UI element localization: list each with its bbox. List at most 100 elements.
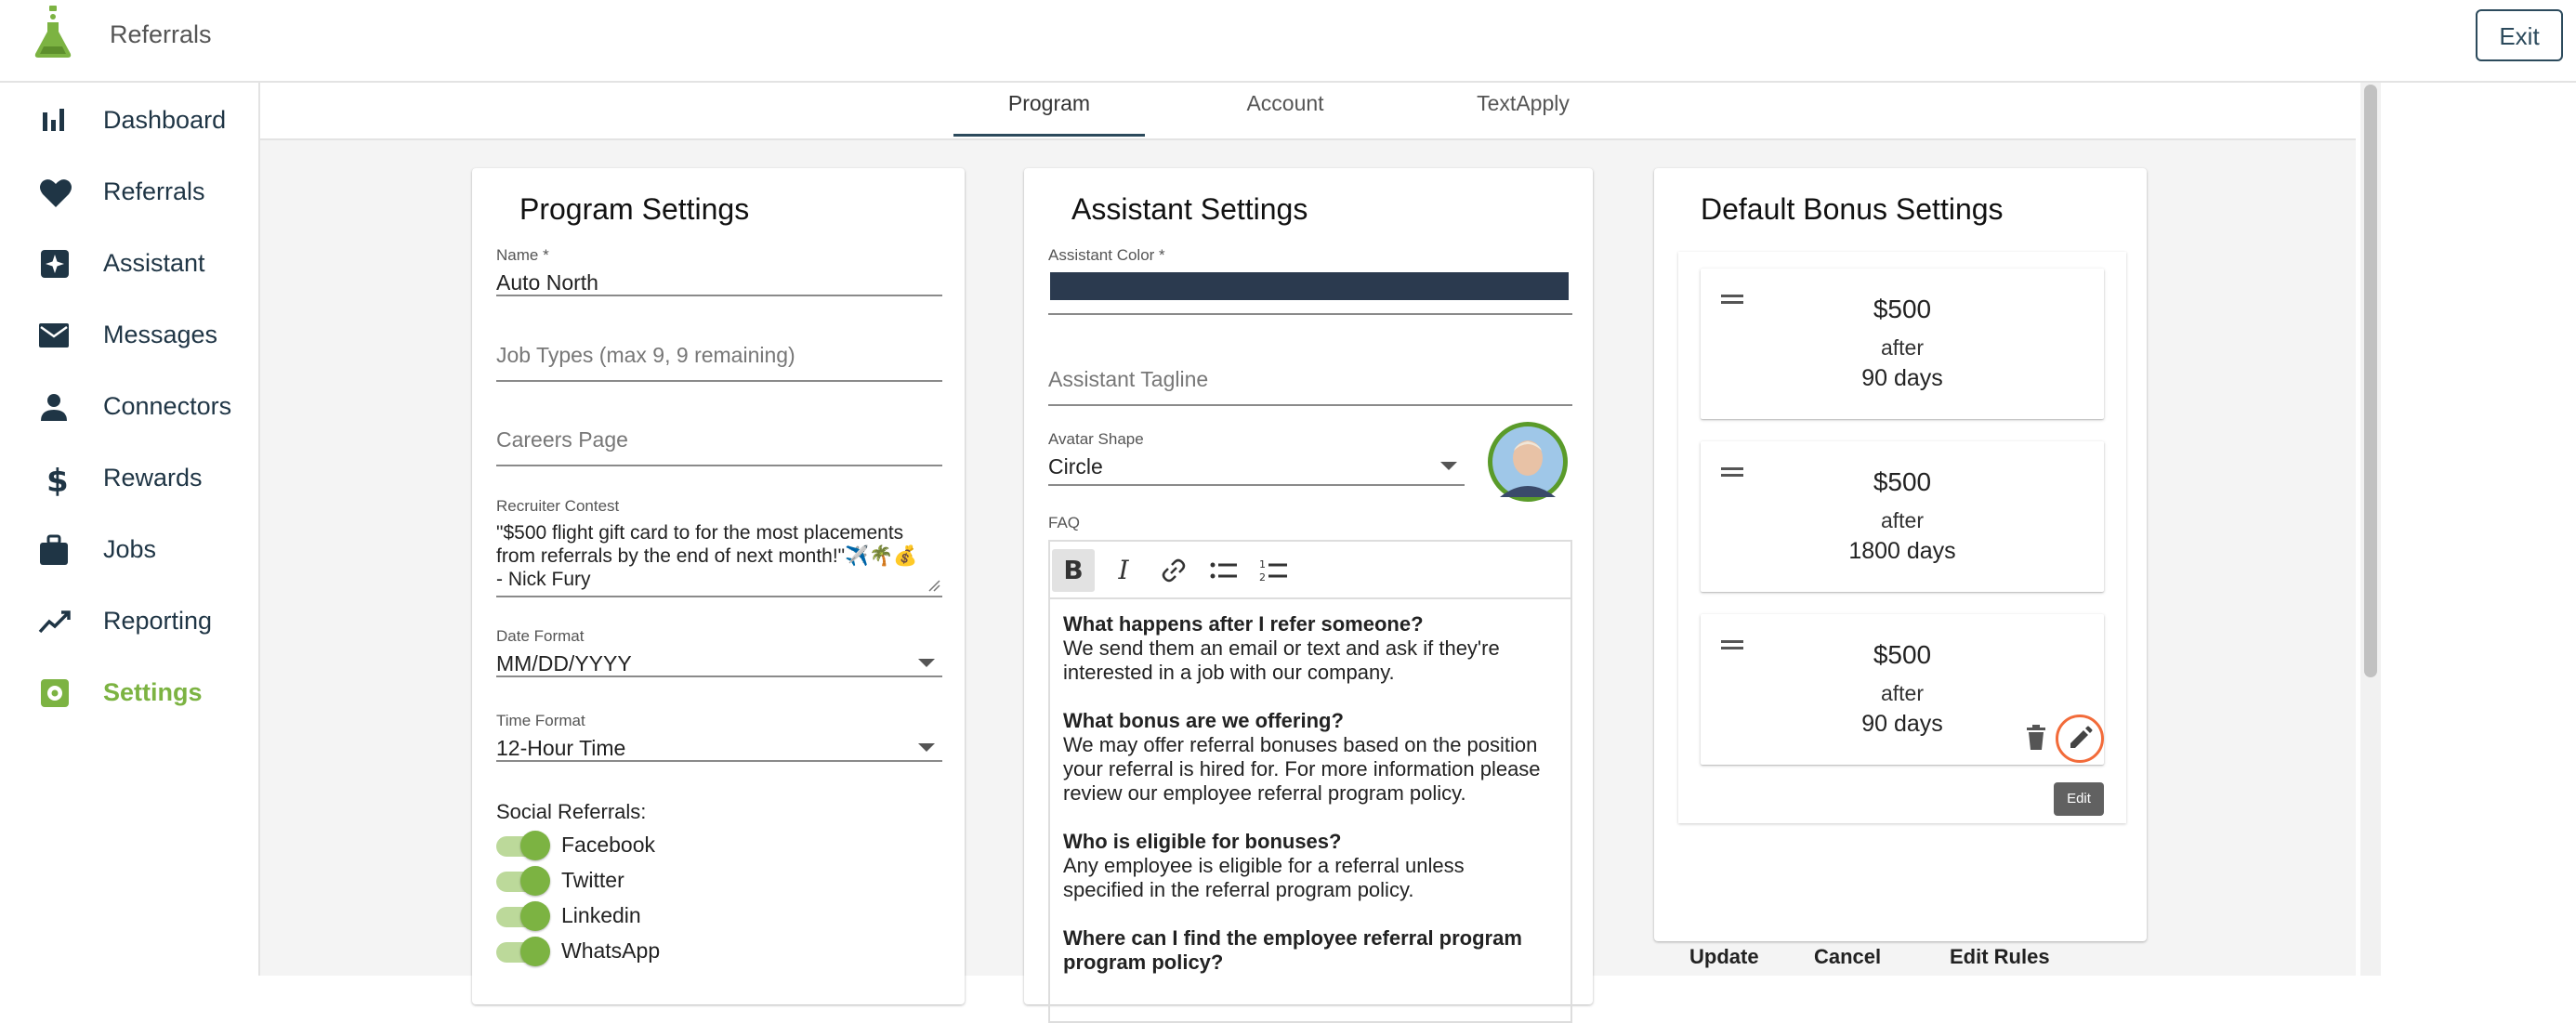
job-types-field[interactable]: Job Types (max 9, 9 remaining) bbox=[496, 343, 942, 382]
faq-editor[interactable]: B I 1 2 What happens after I refer someo… bbox=[1048, 540, 1572, 1023]
tab-textapply[interactable]: TextApply bbox=[1427, 83, 1619, 137]
sidebar-item-label: Referrals bbox=[103, 177, 205, 205]
sidebar: Dashboard Referrals Assistant Messages C… bbox=[0, 83, 260, 976]
bullet-list-button[interactable] bbox=[1203, 549, 1245, 592]
tab-program[interactable]: Program bbox=[953, 83, 1145, 137]
chevron-down-icon bbox=[918, 659, 935, 667]
briefcase-icon bbox=[40, 534, 68, 565]
bonus-days: 90 days bbox=[1861, 365, 1943, 391]
avatar[interactable] bbox=[1487, 421, 1569, 503]
sidebar-item-label: Connectors bbox=[103, 392, 232, 420]
job-types-input[interactable]: Job Types (max 9, 9 remaining) bbox=[496, 343, 942, 368]
avatar-shape-select[interactable]: Avatar Shape Circle bbox=[1048, 430, 1465, 486]
sidebar-item-rewards[interactable]: $ Rewards bbox=[0, 446, 256, 511]
facebook-toggle[interactable] bbox=[496, 831, 550, 860]
careers-page-field[interactable]: Careers Page bbox=[496, 427, 942, 466]
link-button[interactable] bbox=[1152, 549, 1195, 592]
facebook-label: Facebook bbox=[561, 833, 656, 857]
bonus-amount: $500 bbox=[1873, 640, 1932, 669]
program-settings-card: Program Settings Name * Auto North Job T… bbox=[472, 168, 965, 1004]
sidebar-item-settings[interactable]: Settings bbox=[0, 661, 256, 726]
exit-button[interactable]: Exit bbox=[2476, 9, 2563, 61]
sidebar-item-label: Reporting bbox=[103, 607, 213, 635]
careers-page-input[interactable]: Careers Page bbox=[496, 427, 942, 452]
bonus-settings-title: Default Bonus Settings bbox=[1701, 192, 2004, 226]
time-format-value: 12-Hour Time bbox=[496, 736, 626, 760]
name-label: Name * bbox=[496, 246, 549, 264]
assistant-tagline-field[interactable]: Assistant Tagline bbox=[1048, 367, 1572, 406]
bonus-item[interactable]: $500 after 90 days bbox=[1701, 269, 2104, 419]
bonus-after: after bbox=[1880, 335, 1925, 360]
recruiter-contest-textarea[interactable]: "$500 flight gift card to for the most p… bbox=[496, 521, 942, 591]
time-format-select[interactable]: Time Format 12-Hour Time bbox=[496, 712, 942, 762]
bonus-item[interactable]: $500 after 90 days bbox=[1701, 614, 2104, 765]
bonus-amount: $500 bbox=[1873, 295, 1932, 323]
sidebar-item-label: Dashboard bbox=[103, 106, 227, 134]
assistant-tagline-input[interactable]: Assistant Tagline bbox=[1048, 367, 1572, 392]
sparkle-icon bbox=[41, 250, 69, 278]
person-icon bbox=[41, 394, 67, 421]
faq-label: FAQ bbox=[1048, 514, 1081, 531]
bold-button[interactable]: B bbox=[1052, 549, 1095, 592]
trend-icon bbox=[38, 610, 71, 634]
sidebar-item-referrals[interactable]: Referrals bbox=[0, 160, 256, 225]
time-format-label: Time Format bbox=[496, 712, 585, 729]
name-field[interactable]: Name * Auto North bbox=[496, 246, 942, 296]
faq-entry: Where can I find the employee referral p… bbox=[1063, 926, 1522, 974]
faq-content[interactable]: What happens after I refer someone? We s… bbox=[1063, 612, 1557, 999]
assistant-settings-card: Assistant Settings Assistant Color * Ass… bbox=[1024, 168, 1593, 1023]
bullet-list-icon bbox=[1210, 562, 1237, 579]
sidebar-item-label: Assistant bbox=[103, 249, 205, 277]
scrollbar-thumb[interactable] bbox=[2364, 85, 2377, 677]
svg-text:2: 2 bbox=[1259, 571, 1266, 584]
sidebar-item-jobs[interactable]: Jobs bbox=[0, 518, 256, 583]
assistant-color-field[interactable]: Assistant Color * bbox=[1048, 246, 1572, 315]
recruiter-contest-field[interactable]: Recruiter Contest "$500 flight gift card… bbox=[496, 497, 942, 597]
svg-text:$: $ bbox=[46, 463, 69, 496]
numbered-list-icon: 1 2 bbox=[1259, 558, 1287, 584]
date-format-value: MM/DD/YYYY bbox=[496, 651, 632, 675]
sidebar-item-connectors[interactable]: Connectors bbox=[0, 374, 256, 439]
edit-rules-button[interactable]: Edit Rules bbox=[1950, 945, 2050, 969]
numbered-list-button[interactable]: 1 2 bbox=[1253, 549, 1295, 592]
twitter-label: Twitter bbox=[561, 868, 624, 892]
sidebar-item-label: Messages bbox=[103, 321, 218, 348]
resize-handle-icon[interactable] bbox=[927, 579, 940, 592]
sidebar-item-reporting[interactable]: Reporting bbox=[0, 589, 256, 654]
chevron-down-icon bbox=[1440, 462, 1457, 470]
editor-toolbar: B I 1 2 bbox=[1050, 542, 1571, 599]
pencil-icon bbox=[2070, 726, 2093, 748]
linkedin-toggle[interactable] bbox=[496, 901, 550, 931]
italic-button[interactable]: I bbox=[1102, 549, 1145, 592]
assistant-color-swatch[interactable] bbox=[1050, 272, 1569, 300]
twitter-toggle[interactable] bbox=[496, 866, 550, 896]
recruiter-contest-label: Recruiter Contest bbox=[496, 497, 620, 515]
sidebar-item-assistant[interactable]: Assistant bbox=[0, 231, 256, 296]
date-format-select[interactable]: Date Format MM/DD/YYYY bbox=[496, 627, 942, 677]
chevron-down-icon bbox=[918, 743, 935, 752]
bonus-after: after bbox=[1880, 508, 1925, 532]
edit-button[interactable] bbox=[2056, 715, 2104, 763]
envelope-icon bbox=[39, 323, 69, 348]
whatsapp-toggle[interactable] bbox=[496, 937, 550, 966]
page-scrollbar[interactable] bbox=[2360, 83, 2381, 976]
name-input[interactable]: Auto North bbox=[496, 270, 942, 295]
bonus-days: 1800 days bbox=[1848, 538, 1956, 564]
faq-entry: What bonus are we offering? We may offer… bbox=[1063, 709, 1541, 805]
dollar-icon: $ bbox=[46, 463, 69, 496]
sidebar-item-dashboard[interactable]: Dashboard bbox=[0, 88, 256, 153]
bar-chart-icon bbox=[43, 109, 64, 131]
sidebar-item-messages[interactable]: Messages bbox=[0, 303, 256, 368]
linkedin-label: Linkedin bbox=[561, 903, 641, 927]
cancel-button[interactable]: Cancel bbox=[1814, 945, 1881, 969]
trash-icon[interactable] bbox=[2024, 724, 2048, 752]
sidebar-item-label: Rewards bbox=[103, 464, 203, 492]
update-button[interactable]: Update bbox=[1689, 945, 1759, 969]
faq-entry: Who is eligible for bonuses? Any employe… bbox=[1063, 830, 1465, 901]
bonus-item[interactable]: $500 after 1800 days bbox=[1701, 441, 2104, 592]
sidebar-item-label: Settings bbox=[103, 678, 203, 706]
settings-tabs: Program Account TextApply bbox=[260, 83, 2356, 140]
main-content: Program Account TextApply Program Settin… bbox=[260, 83, 2356, 1023]
tab-account[interactable]: Account bbox=[1189, 83, 1381, 137]
date-format-label: Date Format bbox=[496, 627, 585, 645]
